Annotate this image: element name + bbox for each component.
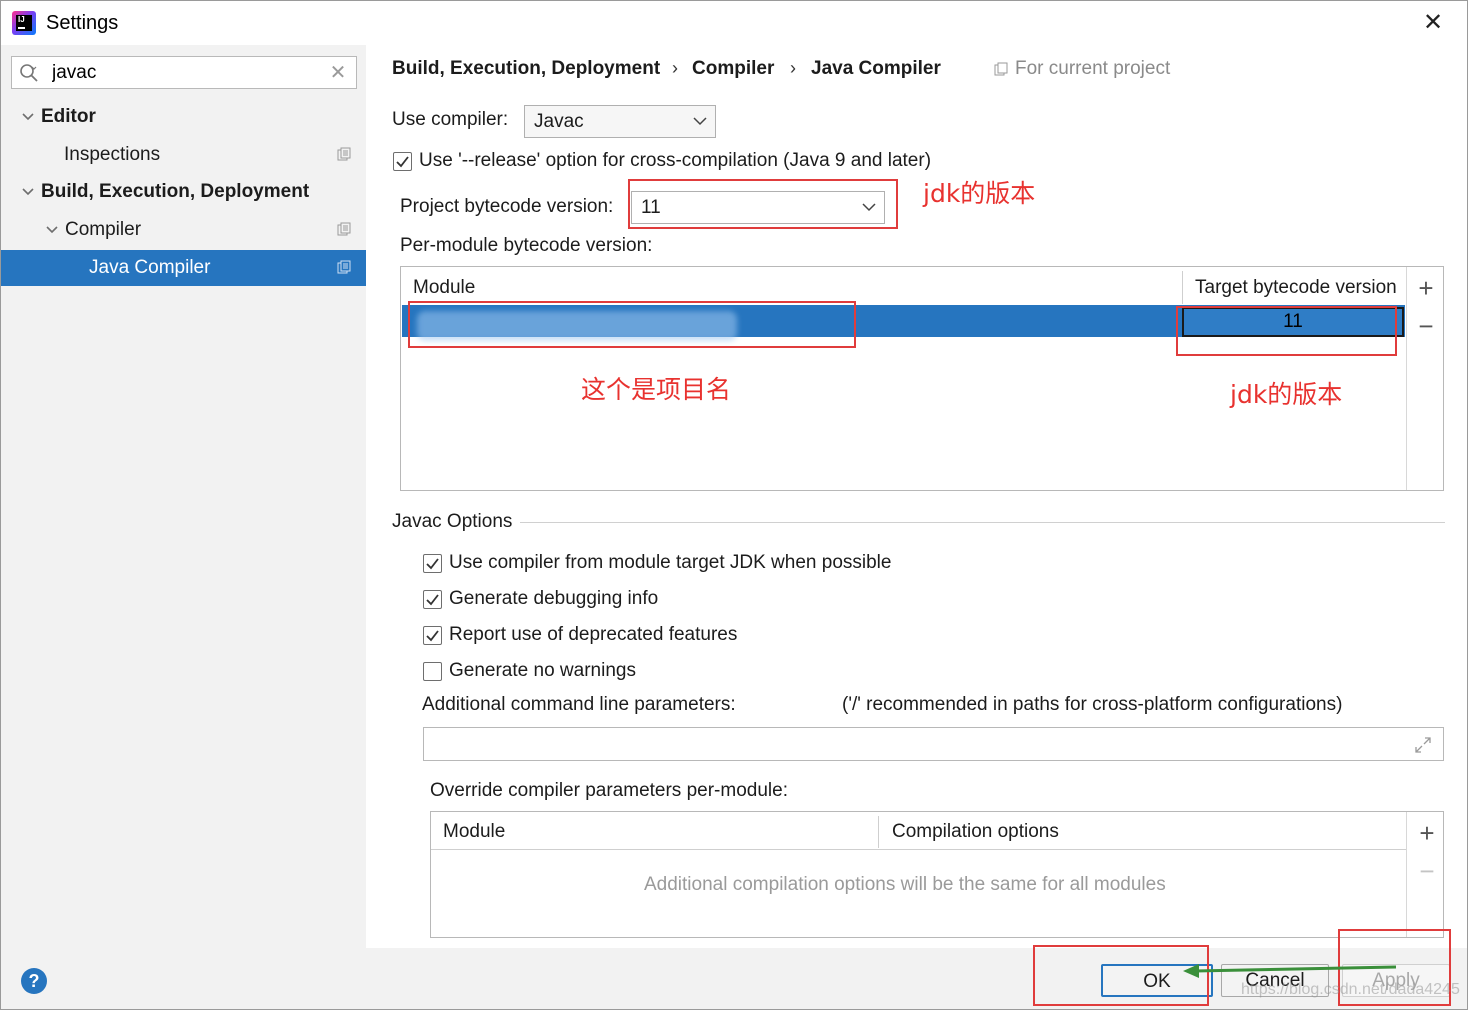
sidebar-item-label: Editor bbox=[41, 106, 96, 127]
sidebar-item-inspections[interactable]: Inspections bbox=[1, 137, 366, 173]
project-scope-icon bbox=[337, 222, 351, 236]
annotation-project-name: 这个是项目名 bbox=[581, 375, 732, 404]
column-divider bbox=[878, 816, 879, 848]
additional-params-input[interactable] bbox=[423, 727, 1444, 761]
use-target-jdk-checkbox[interactable] bbox=[423, 554, 442, 573]
sidebar-item-label: Java Compiler bbox=[89, 257, 211, 278]
additional-params-label: Additional command line parameters: bbox=[422, 694, 736, 715]
no-warnings-checkbox[interactable] bbox=[423, 662, 442, 681]
javac-options-heading: Javac Options bbox=[392, 511, 513, 532]
add-icon[interactable]: + bbox=[1416, 820, 1438, 846]
column-header-compilation-options[interactable]: Compilation options bbox=[892, 821, 1059, 843]
annotation-box-target-version bbox=[1176, 306, 1397, 356]
breadcrumb-separator: › bbox=[672, 58, 678, 78]
chevron-down-icon bbox=[693, 117, 707, 126]
sidebar-item-label: Compiler bbox=[65, 219, 142, 240]
group-divider bbox=[520, 522, 1445, 523]
report-deprecated-label: Report use of deprecated features bbox=[449, 624, 738, 645]
settings-search[interactable]: ✕ bbox=[11, 56, 357, 89]
sidebar-item-java-compiler[interactable]: Java Compiler bbox=[1, 250, 366, 286]
use-compiler-dropdown[interactable]: Javac bbox=[524, 105, 716, 138]
sidebar-footer bbox=[1, 948, 366, 1009]
use-compiler-value: Javac bbox=[534, 111, 584, 132]
breadcrumb-compiler[interactable]: Compiler bbox=[692, 58, 774, 80]
override-params-table: Module Compilation options Additional co… bbox=[430, 811, 1444, 938]
project-scope-icon bbox=[337, 147, 351, 161]
override-params-label: Override compiler parameters per-module: bbox=[430, 780, 788, 801]
per-module-label: Per-module bytecode version: bbox=[400, 235, 653, 256]
report-deprecated-checkbox[interactable] bbox=[423, 626, 442, 645]
sidebar-item-compiler[interactable]: Compiler bbox=[1, 212, 366, 248]
column-header-module[interactable]: Module bbox=[443, 821, 505, 843]
column-header-target-bytecode[interactable]: Target bytecode version bbox=[1195, 277, 1397, 299]
annotation-jdk-version: jdk的版本 bbox=[923, 179, 1036, 208]
column-header-module[interactable]: Module bbox=[413, 277, 475, 299]
project-scope-icon bbox=[337, 260, 351, 274]
breadcrumb-java-compiler: Java Compiler bbox=[811, 58, 941, 79]
annotation-box-module-name bbox=[408, 301, 856, 348]
use-compiler-label: Use compiler: bbox=[392, 109, 509, 130]
project-scope-icon bbox=[994, 62, 1008, 76]
add-icon[interactable]: + bbox=[1415, 275, 1437, 301]
empty-table-text: Additional compilation options will be t… bbox=[644, 874, 1166, 895]
project-bytecode-label: Project bytecode version: bbox=[400, 196, 614, 217]
sidebar-item-build-execution-deployment[interactable]: Build, Execution, Deployment bbox=[1, 174, 366, 210]
scope-label: For current project bbox=[1015, 58, 1171, 79]
generate-debug-info-label: Generate debugging info bbox=[449, 588, 659, 609]
close-icon[interactable]: ✕ bbox=[1420, 10, 1446, 36]
checkmark-icon bbox=[426, 594, 439, 606]
checkmark-icon bbox=[426, 630, 439, 642]
watermark: https://blog.csdn.net/dada4245 bbox=[1241, 981, 1460, 998]
search-input[interactable] bbox=[52, 61, 322, 85]
window-title: Settings bbox=[46, 12, 119, 34]
toolbar-divider bbox=[1406, 812, 1407, 937]
settings-sidebar: ✕ Editor Inspections Build, Execution, D… bbox=[1, 45, 366, 948]
breadcrumb-separator: › bbox=[790, 58, 796, 78]
no-warnings-label: Generate no warnings bbox=[449, 660, 636, 681]
app-icon-text: IJ bbox=[16, 15, 32, 31]
generate-debug-info-checkbox[interactable] bbox=[423, 590, 442, 609]
sidebar-item-label: Build, Execution, Deployment bbox=[41, 181, 310, 202]
help-icon[interactable]: ? bbox=[21, 968, 47, 994]
intellij-app-icon: IJ bbox=[12, 11, 36, 35]
use-target-jdk-label: Use compiler from module target JDK when… bbox=[449, 552, 892, 573]
checkmark-icon bbox=[396, 156, 409, 168]
release-option-label: Use '--release' option for cross-compila… bbox=[419, 150, 932, 171]
sidebar-item-editor[interactable]: Editor bbox=[1, 99, 366, 135]
release-option-checkbox[interactable] bbox=[393, 152, 412, 171]
header-divider bbox=[431, 849, 1406, 850]
settings-window: IJ Settings ✕ ✕ Editor Inspections bbox=[0, 0, 1468, 1010]
remove-icon[interactable]: − bbox=[1415, 313, 1437, 339]
expand-icon[interactable] bbox=[1414, 736, 1432, 754]
search-icon bbox=[20, 64, 38, 82]
clear-search-icon[interactable]: ✕ bbox=[328, 61, 348, 85]
sidebar-item-label: Inspections bbox=[64, 144, 161, 165]
breadcrumb-build-execution-deployment[interactable]: Build, Execution, Deployment bbox=[392, 58, 660, 80]
annotation-jdk-version: jdk的版本 bbox=[1230, 380, 1343, 409]
additional-params-hint: ('/' recommended in paths for cross-plat… bbox=[842, 694, 1343, 715]
annotation-box-project-bytecode bbox=[628, 179, 898, 229]
column-divider bbox=[1182, 271, 1183, 304]
checkmark-icon bbox=[426, 558, 439, 570]
toolbar-divider bbox=[1406, 267, 1407, 490]
remove-icon: − bbox=[1419, 856, 1435, 886]
title-bar: IJ Settings ✕ bbox=[1, 1, 1467, 45]
